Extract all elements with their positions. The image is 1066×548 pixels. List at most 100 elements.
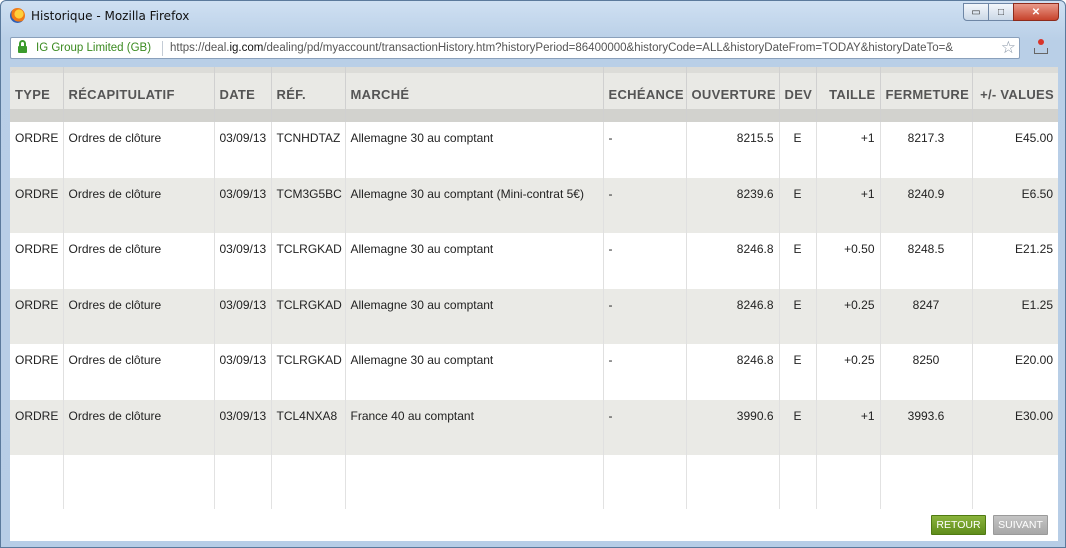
cell-close: 8248.5 — [879, 233, 972, 289]
cell-type: ORDRE — [15, 353, 59, 367]
cell-expiry: - — [602, 288, 686, 344]
cell-open: 8246.8 — [685, 344, 779, 400]
cell-market: Allemagne 30 au comptant — [344, 288, 603, 344]
browser-window: Historique - Mozilla Firefox ▭ □ ✕ IG Gr… — [0, 0, 1066, 548]
next-button-disabled[interactable]: SUIVANT — [993, 515, 1048, 535]
cell-date: 03/09/13 — [213, 233, 271, 289]
cell-market: Allemagne 30 au comptant — [344, 122, 603, 178]
cell-expiry: - — [602, 122, 686, 178]
cell-expiry: - — [602, 399, 686, 455]
cell-size: +1 — [815, 399, 880, 455]
cell-type: ORDRE — [15, 131, 59, 145]
cell-summary: Ordres de clôture — [62, 122, 214, 178]
col-header-size[interactable]: TAILLE — [815, 67, 880, 122]
cell-close: 3993.6 — [879, 399, 972, 455]
col-header-market[interactable]: MARCHÉ — [344, 67, 603, 122]
cell-size: +1 — [815, 177, 880, 233]
cell-size: +1 — [815, 122, 880, 178]
cell-ref: TCL4NXA8 — [270, 399, 345, 455]
lock-icon[interactable] — [18, 40, 27, 53]
cell-expiry: - — [602, 233, 686, 289]
table-row[interactable]: ORDRE Ordres de clôture 03/09/13 TCLRGKA… — [10, 233, 1058, 289]
transactions-table: TYPE RÉCAPITULATIF DATE RÉF. MARCHÉ ECHÉ… — [10, 67, 1058, 455]
cell-close: 8250 — [879, 344, 972, 400]
transaction-history-page: TYPE RÉCAPITULATIF DATE RÉF. MARCHÉ ECHÉ… — [10, 67, 1058, 541]
bookmark-star-icon[interactable]: ☆ — [1001, 38, 1016, 58]
cell-summary: Ordres de clôture — [62, 288, 214, 344]
cell-currency: E — [778, 233, 816, 289]
cell-size: +0.25 — [815, 344, 880, 400]
cell-date: 03/09/13 — [213, 288, 271, 344]
cell-date: 03/09/13 — [213, 399, 271, 455]
cell-pnl: E6.50 — [971, 177, 1058, 233]
cell-currency: E — [778, 399, 816, 455]
window-title: Historique - Mozilla Firefox — [31, 9, 190, 23]
cell-pnl: E45.00 — [971, 122, 1058, 178]
url-separator — [162, 41, 163, 56]
cell-currency: E — [778, 122, 816, 178]
cell-currency: E — [778, 177, 816, 233]
cell-market: France 40 au comptant — [344, 399, 603, 455]
url-text[interactable]: https://deal.ig.com/dealing/pd/myaccount… — [170, 42, 990, 54]
col-header-summary[interactable]: RÉCAPITULATIF — [62, 67, 214, 122]
cell-size: +0.50 — [815, 233, 880, 289]
back-button[interactable]: RETOUR — [931, 515, 986, 535]
cell-pnl: E20.00 — [971, 344, 1058, 400]
cell-currency: E — [778, 344, 816, 400]
url-bar[interactable]: IG Group Limited (GB) https://deal.ig.co… — [10, 37, 1020, 59]
firefox-icon — [10, 8, 25, 23]
cell-open: 8246.8 — [685, 288, 779, 344]
close-button[interactable]: ✕ — [1013, 3, 1059, 21]
cell-close: 8240.9 — [879, 177, 972, 233]
table-row[interactable]: ORDRE Ordres de clôture 03/09/13 TCNHDTA… — [10, 122, 1058, 178]
col-header-date[interactable]: DATE — [213, 67, 271, 122]
cell-market: Allemagne 30 au comptant — [344, 344, 603, 400]
cell-ref: TCLRGKAD — [270, 344, 345, 400]
table-row[interactable]: ORDRE Ordres de clôture 03/09/13 TCLRGKA… — [10, 288, 1058, 344]
col-header-currency[interactable]: DEV — [778, 67, 816, 122]
cell-type: ORDRE — [15, 186, 59, 201]
cell-type: ORDRE — [15, 242, 59, 256]
cell-close: 8217.3 — [879, 122, 972, 178]
col-header-ref[interactable]: RÉF. — [270, 67, 345, 122]
cell-market: Allemagne 30 au comptant (Mini-contrat 5… — [344, 177, 603, 233]
title-bar: Historique - Mozilla Firefox ▭ □ ✕ — [1, 1, 1065, 31]
cell-type: ORDRE — [15, 297, 59, 312]
cell-open: 3990.6 — [685, 399, 779, 455]
maximize-button[interactable]: □ — [988, 3, 1014, 21]
cell-ref: TCNHDTAZ — [270, 122, 345, 178]
cell-market: Allemagne 30 au comptant — [344, 233, 603, 289]
window-controls: ▭ □ ✕ — [963, 3, 1059, 21]
cell-size: +0.25 — [815, 288, 880, 344]
cell-pnl: E30.00 — [971, 399, 1058, 455]
cell-summary: Ordres de clôture — [62, 399, 214, 455]
col-header-pnl[interactable]: +/- VALUES — [971, 67, 1058, 122]
cell-pnl: E21.25 — [971, 233, 1058, 289]
cell-open: 8246.8 — [685, 233, 779, 289]
cell-open: 8215.5 — [685, 122, 779, 178]
cell-date: 03/09/13 — [213, 344, 271, 400]
cell-ref: TCM3G5BC — [270, 177, 345, 233]
col-header-close[interactable]: FERMETURE — [879, 67, 972, 122]
cell-currency: E — [778, 288, 816, 344]
cell-expiry: - — [602, 344, 686, 400]
col-header-expiry[interactable]: ECHÉANCE — [602, 67, 686, 122]
cell-type: ORDRE — [15, 408, 59, 423]
cell-ref: TCLRGKAD — [270, 288, 345, 344]
cell-summary: Ordres de clôture — [62, 344, 214, 400]
cell-date: 03/09/13 — [213, 122, 271, 178]
cell-expiry: - — [602, 177, 686, 233]
cell-open: 8239.6 — [685, 177, 779, 233]
table-row[interactable]: ORDRE Ordres de clôture 03/09/13 TCLRGKA… — [10, 344, 1058, 400]
minimize-button[interactable]: ▭ — [963, 3, 989, 21]
addon-icon[interactable] — [1033, 39, 1049, 55]
cell-summary: Ordres de clôture — [62, 177, 214, 233]
table-row[interactable]: ORDRE Ordres de clôture 03/09/13 TCL4NXA… — [10, 399, 1058, 455]
table-row[interactable]: ORDRE Ordres de clôture 03/09/13 TCM3G5B… — [10, 177, 1058, 233]
cell-close: 8247 — [879, 288, 972, 344]
site-identity[interactable]: IG Group Limited (GB) — [36, 42, 151, 54]
cell-date: 03/09/13 — [213, 177, 271, 233]
col-header-open[interactable]: OUVERTURE — [685, 67, 779, 122]
col-header-type[interactable]: TYPE — [10, 67, 63, 122]
cell-ref: TCLRGKAD — [270, 233, 345, 289]
